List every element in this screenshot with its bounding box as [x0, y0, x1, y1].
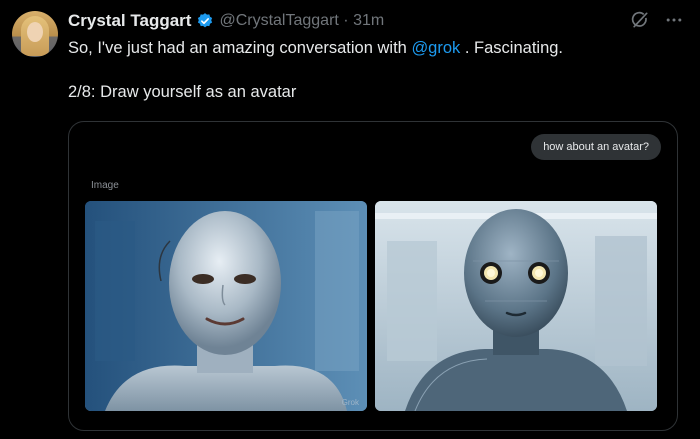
- avatar-image-humanoid[interactable]: Grok: [85, 201, 367, 411]
- tweet-text-part: So, I've just had an amazing conversatio…: [68, 39, 412, 57]
- tweet-text: So, I've just had an amazing conversatio…: [68, 37, 678, 103]
- more-icon[interactable]: [664, 10, 684, 35]
- author-handle-time[interactable]: @CrystalTaggart · 31m: [219, 12, 384, 30]
- tweet-line-2: 2/8: Draw yourself as an avatar: [68, 83, 297, 101]
- avatar-image-robot[interactable]: [375, 201, 657, 411]
- tweet-header: Crystal Taggart @CrystalTaggart · 31m: [68, 9, 384, 33]
- author-avatar[interactable]: [12, 11, 58, 57]
- verified-badge-icon[interactable]: [196, 12, 214, 30]
- tweet-actions-top: [630, 10, 684, 35]
- tweet-line-spacer: [68, 59, 678, 81]
- tweet-text-part: . Fascinating.: [460, 39, 564, 57]
- tweet-line-1: So, I've just had an amazing conversatio…: [68, 37, 678, 59]
- image-label: Image: [91, 180, 119, 191]
- mention-link[interactable]: @grok: [411, 39, 460, 57]
- author-name[interactable]: Crystal Taggart: [68, 11, 191, 31]
- grok-icon[interactable]: [630, 10, 650, 35]
- grok-conversation-card[interactable]: how about an avatar? Image Grok: [68, 121, 678, 431]
- image-watermark: Grok: [341, 398, 359, 407]
- chat-bubble: how about an avatar?: [531, 134, 661, 160]
